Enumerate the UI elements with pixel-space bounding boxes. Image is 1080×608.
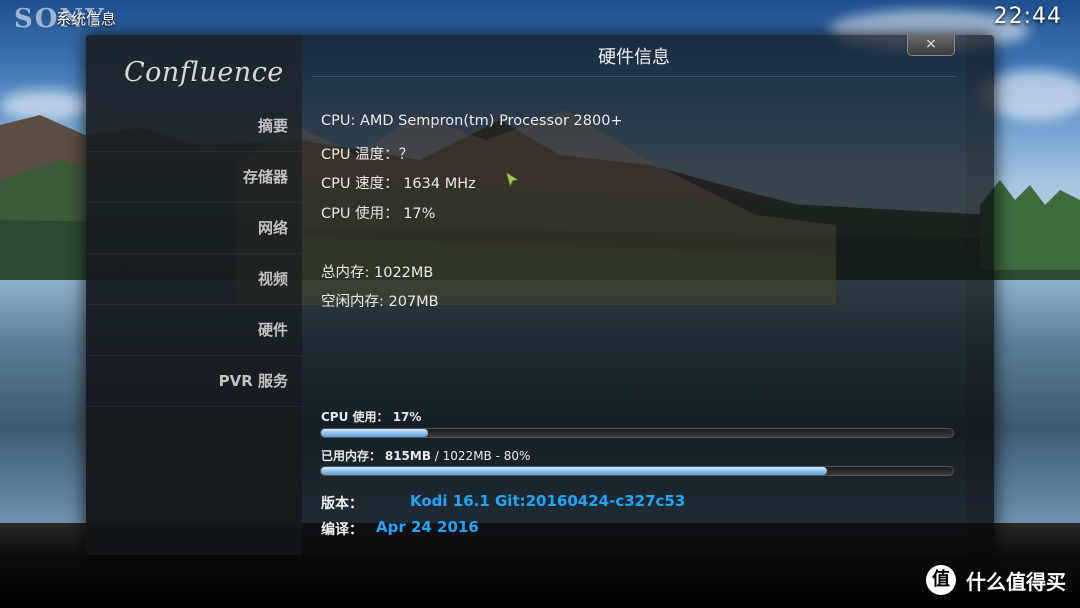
cpu-usage-bar-fill: [321, 429, 429, 437]
memory-free: 空闲内存: 207MB: [321, 294, 439, 310]
close-button[interactable]: ×: [907, 35, 955, 56]
title-divider: [312, 76, 956, 77]
sidebar-item-network[interactable]: 网络: [86, 203, 302, 254]
memory-total: 总内存: 1022MB: [321, 265, 434, 281]
memory-bar-used: 815MB: [384, 449, 431, 463]
cpu-model: CPU: AMD Sempron(tm) Processor 2800+: [321, 113, 623, 129]
memory-usage-bar: [320, 466, 954, 476]
build-date-value: Apr 24 2016: [376, 518, 479, 536]
hardware-info-dialog: Confluence 摘要 存储器 网络 视频 硬件 PVR 服务 硬件信息 C…: [86, 35, 994, 555]
cpu-bar-label: CPU 使用： 17%: [321, 410, 422, 424]
sidebar-nav: 摘要 存储器 网络 视频 硬件 PVR 服务: [86, 101, 302, 407]
sidebar-item-storage[interactable]: 存储器: [86, 152, 302, 203]
watermark-icon: 值: [926, 565, 956, 595]
version-value: Kodi 16.1 Git:20160424-c327c53: [410, 492, 686, 510]
sidebar-item-summary[interactable]: 摘要: [86, 101, 302, 152]
content-panel: 硬件信息 CPU: AMD Sempron(tm) Processor 2800…: [302, 35, 966, 555]
watermark: 值 什么值得买: [926, 564, 1066, 596]
cpu-usage-bar: [320, 428, 954, 438]
sidebar: Confluence 摘要 存储器 网络 视频 硬件 PVR 服务: [86, 35, 302, 555]
version-key: 版本：: [321, 496, 363, 512]
cpu-speed: CPU 速度： 1634 MHz: [321, 176, 476, 192]
memory-bar-rest: / 1022MB - 80%: [430, 449, 531, 463]
watermark-text: 什么值得买: [966, 569, 1066, 594]
confluence-logo: Confluence: [124, 57, 284, 88]
sidebar-item-pvr[interactable]: PVR 服务: [86, 356, 302, 407]
dialog-title: 硬件信息: [598, 47, 670, 68]
clock: 22:44: [993, 4, 1062, 29]
cpu-temperature: CPU 温度：？: [321, 147, 414, 163]
cpu-usage: CPU 使用： 17%: [321, 206, 436, 222]
memory-bar-label: 已用内存： 815MB / 1022MB - 80%: [321, 447, 530, 464]
window-title: 系统信息: [56, 10, 117, 28]
sidebar-item-hardware[interactable]: 硬件: [86, 305, 302, 356]
sidebar-item-video[interactable]: 视频: [86, 254, 302, 305]
mouse-cursor-icon: [506, 172, 520, 188]
dialog-right-edge: [966, 35, 994, 555]
memory-usage-bar-fill: [321, 467, 827, 475]
memory-bar-key: 已用内存：: [321, 449, 382, 463]
build-date-key: 编译：: [321, 522, 363, 538]
